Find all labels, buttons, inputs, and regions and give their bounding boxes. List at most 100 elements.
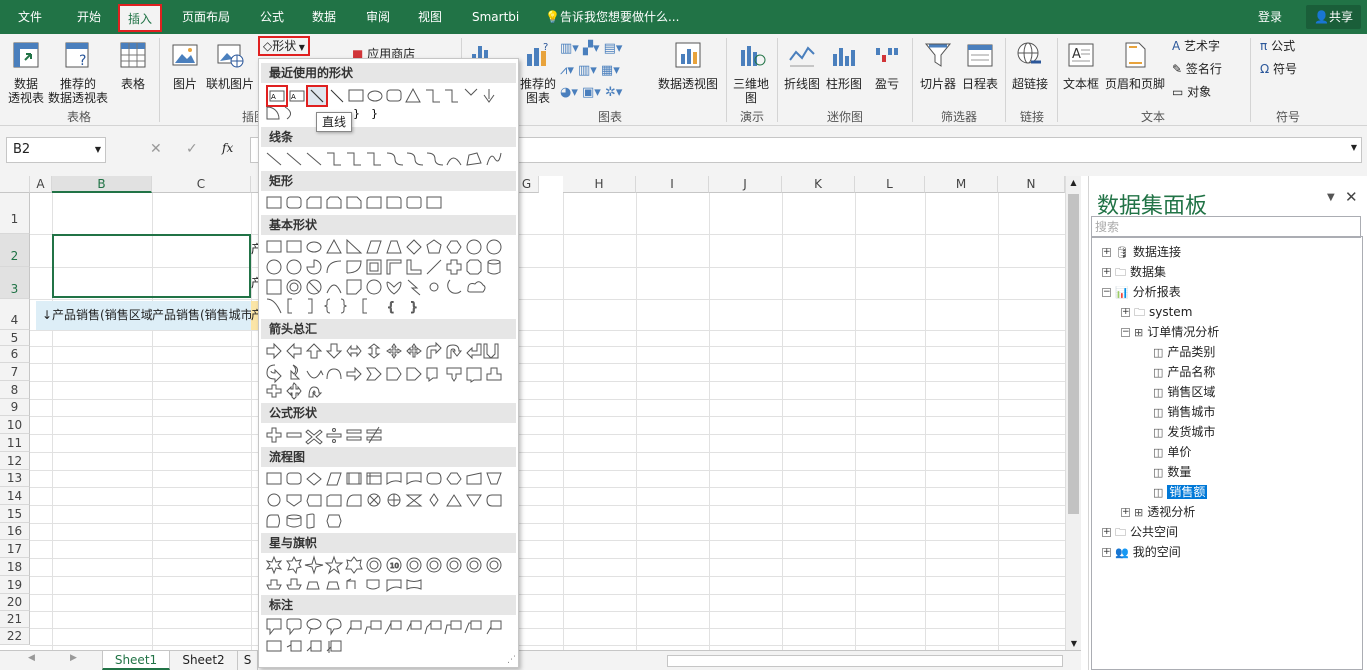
tree-node-quantity[interactable]: ◫ 数量 <box>1140 463 1191 481</box>
row-header[interactable]: 2 <box>0 234 30 267</box>
tab-data[interactable]: 数据 <box>312 0 336 34</box>
row-header[interactable]: 15 <box>0 505 30 523</box>
sparkline-winloss-button[interactable]: 盈亏 <box>872 40 902 91</box>
tab-formulas[interactable]: 公式 <box>260 0 284 34</box>
expand-toggle-icon[interactable]: + <box>1121 508 1130 517</box>
chevron-down-icon[interactable]: ▼ <box>95 138 101 162</box>
tree-node-sales-amount[interactable]: ◫ 销售额 <box>1140 483 1208 501</box>
row-header[interactable]: 8 <box>0 381 30 399</box>
tree-node-my-space[interactable]: + 👥 我的空间 <box>1102 543 1181 561</box>
tab-review[interactable]: 审阅 <box>366 0 390 34</box>
name-box[interactable]: B2 ▼ <box>6 137 106 163</box>
recommended-pivot-button[interactable]: ? 推荐的 数据透视表 <box>48 40 108 105</box>
chevron-down-icon[interactable]: ▼ <box>1327 192 1335 203</box>
tree-node-sales-city[interactable]: ◫ 销售城市 <box>1140 403 1215 421</box>
star-banner-icons[interactable]: 10 <box>265 555 510 595</box>
3d-map-button[interactable]: 三维地 图 <box>733 40 769 105</box>
column-header[interactable]: C <box>152 176 251 193</box>
selected-range[interactable] <box>52 234 251 298</box>
tree-node-sales-region[interactable]: ◫ 销售区域 <box>1140 383 1215 401</box>
sparkline-column-button[interactable]: 柱形图 <box>826 40 862 91</box>
confirm-icon[interactable]: ✓ <box>186 141 198 157</box>
horizontal-scrollbar[interactable] <box>667 655 1063 667</box>
tree-node-product-category[interactable]: ◫ 产品类别 <box>1140 343 1215 361</box>
row-header[interactable]: 18 <box>0 558 30 576</box>
slicer-button[interactable]: 切片器 <box>920 40 956 91</box>
tree-node-pivot-analysis[interactable]: + ⊞ 透视分析 <box>1121 503 1195 521</box>
row-header[interactable]: 6 <box>0 346 30 363</box>
column-header[interactable]: B <box>52 176 152 193</box>
column-header[interactable]: A <box>30 176 52 193</box>
row-header[interactable]: 3 <box>0 267 30 299</box>
cancel-icon[interactable]: ✕ <box>150 141 162 157</box>
close-icon[interactable]: ✕ <box>1345 188 1358 206</box>
column-header[interactable]: K <box>782 176 855 193</box>
object-button[interactable]: ▭ 对象 <box>1172 84 1211 100</box>
expand-toggle-icon[interactable]: − <box>1121 328 1130 337</box>
expand-toggle-icon[interactable]: + <box>1102 528 1111 537</box>
flowchart-shape-icons[interactable] <box>265 469 510 535</box>
login-link[interactable]: 登录 <box>1258 0 1282 34</box>
tab-smartbi[interactable]: Smartbi <box>472 0 519 34</box>
row-header[interactable]: 17 <box>0 540 30 558</box>
row-header[interactable]: 10 <box>0 416 30 434</box>
symbol-button[interactable]: Ω 符号 <box>1260 61 1297 77</box>
tree-node-product-name[interactable]: ◫ 产品名称 <box>1140 363 1215 381</box>
online-picture-button[interactable]: 联机图片 <box>206 40 254 91</box>
prev-sheet-icon[interactable]: ◀ <box>28 653 35 663</box>
select-all-corner[interactable] <box>0 176 30 193</box>
tab-home[interactable]: 开始 <box>77 0 101 34</box>
row-header[interactable]: 16 <box>0 523 30 540</box>
basic-shape-icons[interactable]: {} <box>265 237 510 357</box>
line-shape-icons[interactable] <box>265 149 505 169</box>
sheet-tab-sheet1[interactable]: Sheet1 <box>102 651 170 670</box>
search-input[interactable]: 搜索 <box>1091 216 1361 238</box>
tab-view[interactable]: 视图 <box>418 0 442 34</box>
tree-node-ship-city[interactable]: ◫ 发货城市 <box>1140 423 1215 441</box>
tab-page-layout[interactable]: 页面布局 <box>182 0 230 34</box>
expand-toggle-icon[interactable]: + <box>1102 548 1111 557</box>
equation-button[interactable]: π 公式 <box>1260 38 1295 54</box>
row-header[interactable]: 20 <box>0 594 30 611</box>
textbox-button[interactable]: A 文本框 <box>1063 40 1099 91</box>
sparkline-line-button[interactable]: 折线图 <box>784 40 820 91</box>
tree-node-analysis-report[interactable]: − 📊 分析报表 <box>1102 283 1181 301</box>
wordart-button[interactable]: A 艺术字 <box>1172 38 1220 54</box>
sheet-tab-sheet3[interactable]: S <box>238 651 258 670</box>
scroll-down-icon[interactable]: ▼ <box>1066 639 1082 648</box>
tab-file[interactable]: 文件 <box>18 0 42 34</box>
vertical-scrollbar[interactable]: ▲ ▼ <box>1065 176 1081 650</box>
shapes-button[interactable]: ◇形状 ▼ <box>258 36 310 56</box>
row-header[interactable]: 12 <box>0 452 30 470</box>
fx-icon[interactable]: fx <box>222 141 233 155</box>
tree-node-data-connection[interactable]: + 🛢 数据连接 <box>1102 243 1181 261</box>
resize-grip-icon[interactable]: ⋰ <box>507 655 516 665</box>
tree-node-system-folder[interactable]: + 🗀 system <box>1121 303 1192 321</box>
timeline-button[interactable]: 日程表 <box>962 40 998 91</box>
column-header[interactable]: L <box>855 176 925 193</box>
row-header[interactable]: 7 <box>0 363 30 381</box>
row-header[interactable]: 14 <box>0 487 30 505</box>
row-header[interactable]: 22 <box>0 628 30 645</box>
row-header[interactable]: 19 <box>0 576 30 594</box>
tell-me-box[interactable]: 💡告诉我您想要做什么... <box>545 0 679 34</box>
tree-node-public-space[interactable]: + 🗀 公共空间 <box>1102 523 1178 541</box>
signature-line-button[interactable]: ✎ 签名行 <box>1172 61 1222 77</box>
scrollbar-thumb[interactable] <box>1068 194 1079 514</box>
column-header[interactable]: H <box>563 176 636 193</box>
row-header[interactable]: 9 <box>0 399 30 416</box>
row-header[interactable]: 1 <box>0 193 30 234</box>
table-button[interactable]: 表格 <box>118 40 148 91</box>
tree-node-order-analysis[interactable]: − ⊞ 订单情况分析 <box>1121 323 1219 341</box>
cell-b4[interactable]: ↓产品销售(销售区域 <box>36 301 152 330</box>
tab-insert[interactable]: 插入 <box>118 4 163 32</box>
next-sheet-icon[interactable]: ▶ <box>70 653 77 663</box>
callout-shape-icons[interactable] <box>265 617 510 657</box>
picture-button[interactable]: 图片 <box>170 40 200 91</box>
column-header[interactable]: N <box>998 176 1065 193</box>
row-header[interactable]: 13 <box>0 470 30 487</box>
rectangle-shape-icons[interactable] <box>265 193 455 213</box>
tree-node-unit-price[interactable]: ◫ 单价 <box>1140 443 1191 461</box>
column-header[interactable]: M <box>925 176 998 193</box>
row-header[interactable]: 11 <box>0 434 30 452</box>
